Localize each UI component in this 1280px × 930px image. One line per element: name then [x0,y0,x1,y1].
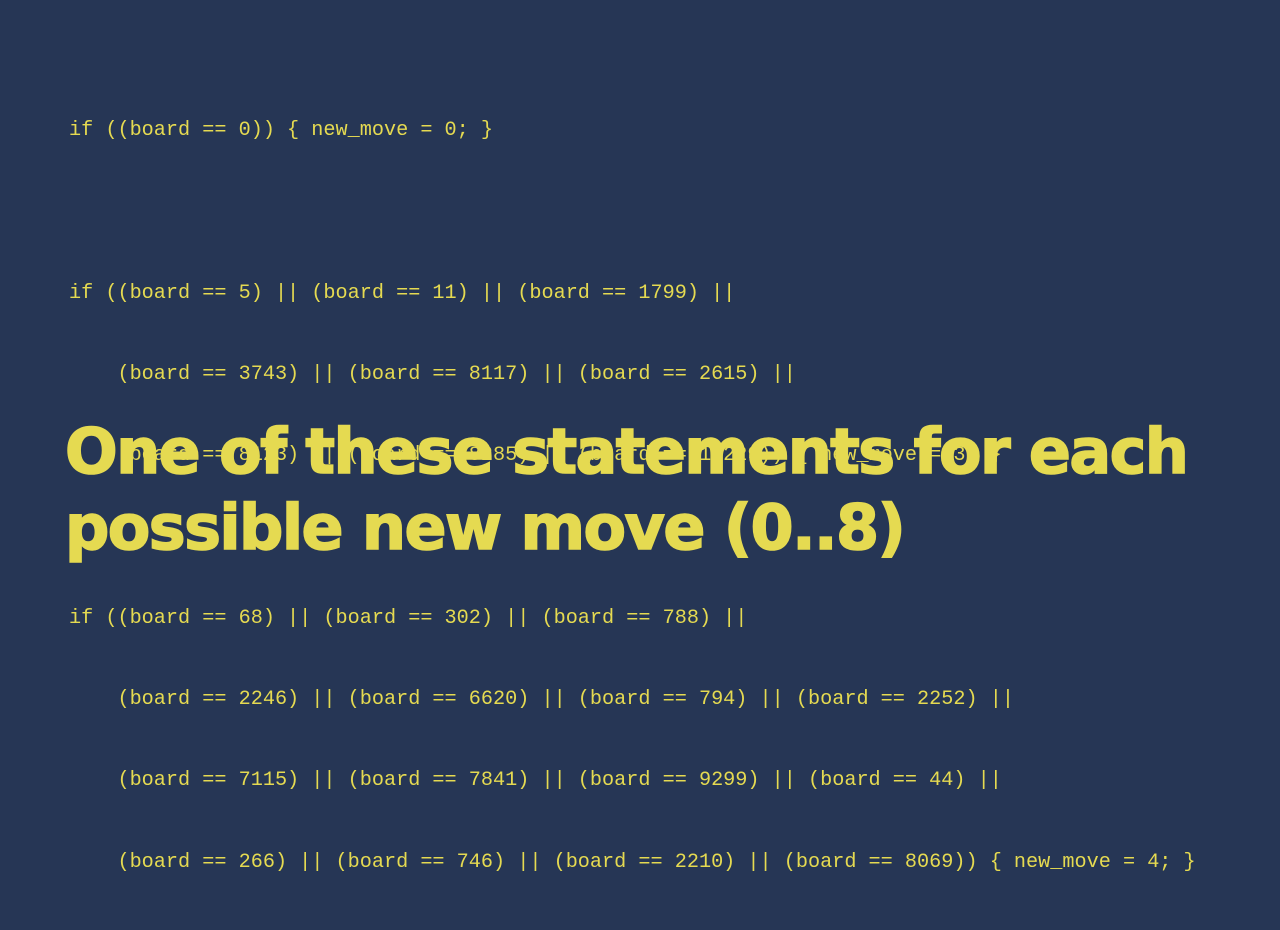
code-line: (board == 266) || (board == 746) || (boa… [69,850,1196,874]
slide: if ((board == 0)) { new_move = 0; } if (… [0,0,1280,874]
code-line: (board == 3743) || (board == 8117) || (b… [69,363,796,387]
headline-line: One of these statements for each [64,414,1189,489]
slide-headline: One of these statements for each possibl… [64,414,1245,566]
code-line: (board == 2246) || (board == 6620) || (b… [69,688,1014,712]
code-line: if ((board == 68) || (board == 302) || (… [69,606,748,630]
code-line: if ((board == 5) || (board == 11) || (bo… [69,281,736,305]
code-line: if ((board == 0)) { new_move = 0; } [69,119,494,143]
code-line: (board == 7115) || (board == 7841) || (b… [69,769,1002,793]
headline-line: possible new move (0..8) [64,490,906,565]
